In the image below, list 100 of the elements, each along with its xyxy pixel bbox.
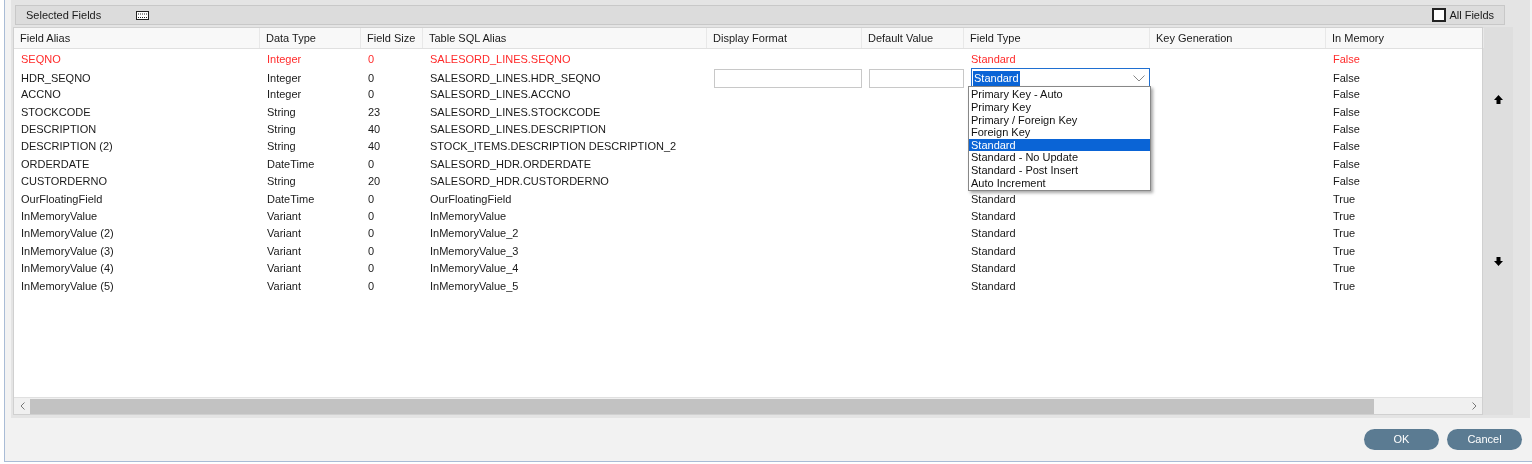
table-cell-text: InMemoryValue (3) (21, 243, 114, 259)
table-cell-text: Integer (267, 52, 302, 68)
table-cell-text: InMemoryValue (2) (21, 226, 114, 242)
table-cell-text: True (1333, 191, 1356, 207)
table-cell-text: 0 (368, 261, 375, 277)
table-cell-text: 40 (368, 122, 381, 137)
table-cell-text: DESCRIPTION (2) (21, 139, 113, 155)
horizontal-scrollbar-thumb[interactable] (30, 398, 1374, 414)
scroll-left-icon[interactable] (19, 402, 25, 410)
table-cell-text: OurFloatingField (21, 191, 103, 207)
table-cell-text: 0 (368, 191, 375, 207)
table-cell-text: OurFloatingField (430, 191, 512, 207)
table-cell-text: 23 (368, 104, 381, 120)
table-cell-text: 0 (368, 71, 375, 87)
table-cell-text: 40 (368, 139, 381, 155)
table-cell-text: Standard (971, 261, 1016, 277)
table-cell-text: Variant (267, 261, 302, 277)
table-cell-text: True (1333, 278, 1356, 294)
table-cell-text: False (1333, 87, 1360, 103)
table-cell-text: 0 (368, 208, 375, 224)
table-cell-text: STOCK_ITEMS.DESCRIPTION DESCRIPTION_2 (430, 139, 677, 155)
dropdown-option[interactable]: Foreign Key (969, 126, 1150, 139)
table-cell-text: String (267, 174, 296, 190)
all-fields-checkbox[interactable] (1432, 8, 1447, 22)
table-cell-text: DateTime (267, 156, 315, 172)
table-cell-text: Standard (971, 208, 1016, 224)
dropdown-option[interactable]: Standard - No Update (969, 151, 1150, 164)
dropdown-option[interactable]: Primary Key - Auto (969, 88, 1150, 101)
default-value-input[interactable] (869, 68, 964, 88)
table-cell-text: Variant (267, 278, 302, 294)
column-header[interactable]: In Memory (1332, 29, 1384, 47)
table-cell-text: InMemoryValue_2 (430, 226, 519, 242)
column-header[interactable]: Field Size (367, 29, 416, 47)
table-cell-text: SALESORD_LINES.DESCRIPTION (430, 122, 607, 137)
table-cell-text: True (1333, 243, 1356, 259)
table-cell-text: DateTime (267, 191, 315, 207)
table-cell-text: False (1333, 71, 1360, 87)
all-fields-label: All Fields (1449, 7, 1494, 23)
table-cell-text: Variant (267, 226, 302, 242)
table-cell-text: CUSTORDERNO (21, 174, 107, 190)
table-cell-text: HDR_SEQNO (21, 71, 91, 87)
column-header[interactable]: Display Format (713, 29, 787, 47)
table-cell-text: InMemoryValue_3 (430, 243, 519, 259)
table-cell-text: Standard (971, 191, 1016, 207)
table-cell-text: Standard (971, 226, 1016, 242)
column-header[interactable]: Default Value (868, 29, 934, 47)
table-cell-text: 0 (368, 156, 375, 172)
table-cell-text: SALESORD_LINES.SEQNO (430, 52, 571, 68)
table-cell-text: Standard (971, 52, 1016, 68)
table-cell-text: InMemoryValue_4 (430, 261, 519, 277)
chevron-down-icon (1133, 74, 1145, 82)
table-cell-text: SALESORD_HDR.ORDERDATE (430, 156, 592, 172)
table-cell-text: 20 (368, 174, 381, 190)
table-cell-text: SEQNO (21, 52, 61, 68)
table-cell-text: False (1333, 174, 1360, 190)
table-cell-text: 0 (368, 243, 375, 259)
table-cell-text: String (267, 122, 296, 137)
table-cell-text: Integer (267, 71, 302, 87)
dialog-button[interactable]: OK (1364, 429, 1439, 450)
move-up-arrow-icon[interactable] (1493, 95, 1503, 104)
field-type-dropdown[interactable]: Standard (971, 68, 1150, 89)
table-cell-text: SALESORD_LINES.ACCNO (430, 87, 571, 103)
column-header[interactable]: Key Generation (1156, 29, 1233, 47)
display-format-input[interactable] (714, 68, 862, 88)
table-cell-text: 0 (368, 52, 375, 68)
table-cell-text: False (1333, 156, 1360, 172)
table-cell-text: True (1333, 226, 1356, 242)
column-header[interactable]: Field Alias (20, 29, 71, 47)
move-down-arrow-icon[interactable] (1493, 257, 1503, 266)
table-cell-text: InMemoryValue (4) (21, 261, 114, 277)
table-cell-text: False (1333, 122, 1360, 137)
table-cell-text: ORDERDATE (21, 156, 90, 172)
table-cell-text: Variant (267, 208, 302, 224)
table-cell-text: String (267, 104, 296, 120)
column-header[interactable]: Table SQL Alias (429, 29, 507, 47)
table-cell-text: Standard (971, 243, 1016, 259)
table-cell-text: 0 (368, 226, 375, 242)
table-cell-text: Integer (267, 87, 302, 103)
grid-icon (136, 10, 149, 20)
scroll-right-icon[interactable] (1471, 402, 1477, 410)
table-cell-text: Standard (971, 278, 1016, 294)
table-cell-text: 0 (368, 278, 375, 294)
table-cell-text: String (267, 139, 296, 155)
dialog-button[interactable]: Cancel (1447, 429, 1522, 450)
table-cell-text: InMemoryValue (21, 208, 98, 224)
table-cell-text: InMemoryValue (5) (21, 278, 114, 294)
table-cell-text: True (1333, 261, 1356, 277)
table-cell-text: SALESORD_LINES.HDR_SEQNO (430, 71, 601, 87)
table-cell-text: False (1333, 104, 1360, 120)
column-header[interactable]: Data Type (266, 29, 316, 47)
table-cell-text: 0 (368, 87, 375, 103)
table-cell-text: SALESORD_LINES.STOCKCODE (430, 104, 601, 120)
column-header[interactable]: Field Type (970, 29, 1021, 47)
table-cell-text: InMemoryValue (430, 208, 507, 224)
table-cell-text: STOCKCODE (21, 104, 91, 120)
panel-title: Selected Fields (26, 7, 103, 23)
table-cell-text: False (1333, 139, 1360, 155)
table-cell-text: DESCRIPTION (21, 122, 97, 137)
table-cell-text: True (1333, 208, 1356, 224)
table-cell-text: False (1333, 52, 1360, 68)
